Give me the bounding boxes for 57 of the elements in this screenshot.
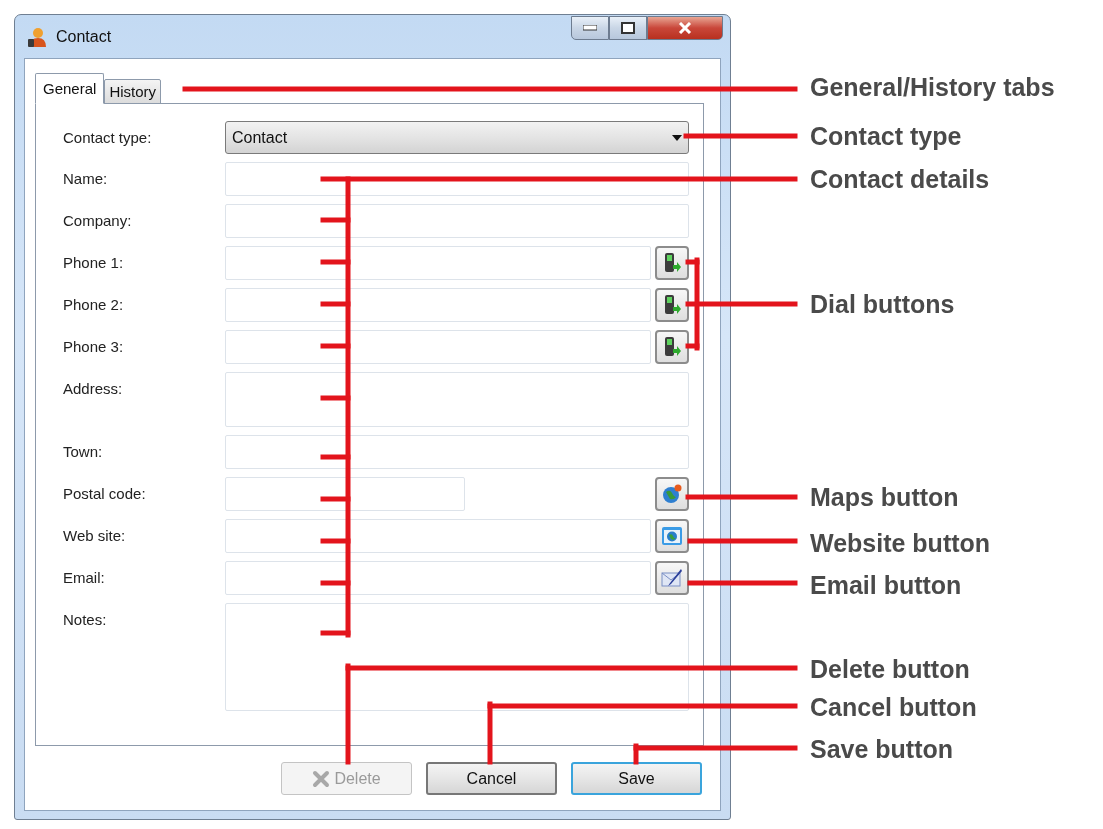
minimize-button[interactable] xyxy=(571,16,609,40)
input-field[interactable] xyxy=(225,435,689,469)
field-label: Town: xyxy=(63,442,104,460)
field-label: Email: xyxy=(63,568,106,586)
contact-type-dropdown[interactable]: Contact xyxy=(225,121,689,154)
callout-label: Save button xyxy=(810,734,954,764)
field-label: Phone 2: xyxy=(63,295,125,313)
callout-label: General/History tabs xyxy=(810,72,1055,102)
caret-icon xyxy=(672,134,682,141)
field-label: Notes: xyxy=(63,610,108,628)
tab[interactable]: General xyxy=(35,73,105,104)
field-label: Web site: xyxy=(63,526,127,544)
callout-label: Cancel button xyxy=(810,692,977,722)
input-field[interactable] xyxy=(225,330,651,364)
callout-label: Website button xyxy=(810,528,991,558)
phone-arrow-icon xyxy=(662,252,682,274)
icon-button[interactable] xyxy=(655,330,689,364)
callout-label: Contact type xyxy=(810,121,962,151)
input-field[interactable] xyxy=(225,288,651,322)
input-field[interactable] xyxy=(225,519,651,553)
callout-label: Delete button xyxy=(810,654,970,684)
phone-arrow-icon xyxy=(662,294,682,316)
globe-icon xyxy=(661,483,683,505)
maximize-icon xyxy=(621,22,635,34)
field-label: Contact type: xyxy=(63,128,153,146)
maximize-button[interactable] xyxy=(609,16,647,40)
envelope-pen-icon xyxy=(661,567,683,589)
field-label: Company: xyxy=(63,211,133,229)
dialog-button[interactable]: Cancel xyxy=(426,762,557,795)
input-field[interactable] xyxy=(225,162,689,196)
callout-label: Dial buttons xyxy=(810,289,955,319)
input-field[interactable] xyxy=(225,246,651,280)
phone-arrow-icon xyxy=(662,336,682,358)
icon-button[interactable] xyxy=(655,561,689,595)
close-button[interactable] xyxy=(647,16,723,40)
browser-globe-icon xyxy=(661,525,683,547)
text-area[interactable] xyxy=(225,603,689,711)
window-title: Contact xyxy=(56,27,112,46)
callout-label: Email button xyxy=(810,570,962,600)
person-icon xyxy=(26,25,48,48)
field-label: Postal code: xyxy=(63,484,147,502)
dialog-button[interactable]: Save xyxy=(571,762,702,795)
icon-button[interactable] xyxy=(655,246,689,280)
minimize-icon xyxy=(583,25,597,31)
input-field[interactable] xyxy=(225,561,651,595)
field-label: Name: xyxy=(63,169,109,187)
close-icon xyxy=(678,22,692,34)
field-label: Phone 1: xyxy=(63,253,125,271)
icon-button[interactable] xyxy=(655,288,689,322)
field-label: Phone 3: xyxy=(63,337,125,355)
callout-label: Maps button xyxy=(810,482,959,512)
input-field[interactable] xyxy=(225,477,465,511)
field-label: Address: xyxy=(63,379,124,397)
cross-icon xyxy=(312,769,331,788)
input-field[interactable] xyxy=(225,204,689,238)
callout-label: Contact details xyxy=(810,164,990,194)
tab[interactable]: History xyxy=(104,79,162,104)
